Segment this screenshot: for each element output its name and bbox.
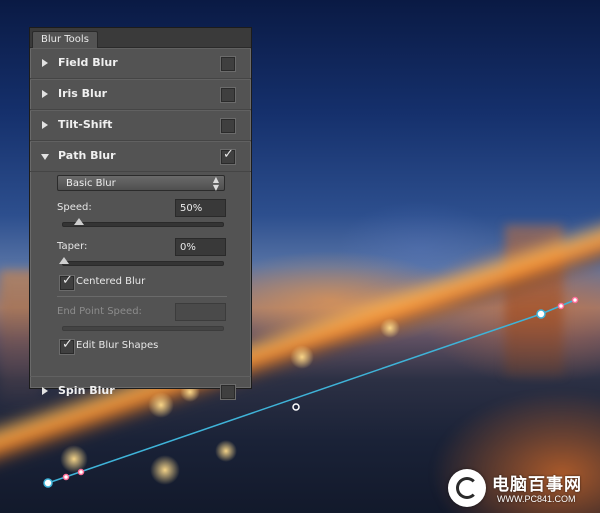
field-blur-checkbox[interactable]: [221, 57, 235, 71]
speed-slider[interactable]: [62, 218, 224, 227]
taper-slider[interactable]: [59, 257, 224, 266]
dropdown-arrows-icon: ▲ ▼: [212, 175, 219, 192]
centered-blur-checkbox[interactable]: ✓: [60, 273, 74, 290]
section-title: Iris Blur: [58, 87, 108, 100]
path-end-handle[interactable]: [536, 309, 546, 319]
checkmark-icon: ✓: [62, 337, 73, 352]
tab-blur-tools[interactable]: Blur Tools: [32, 31, 98, 48]
section-title: Field Blur: [58, 56, 118, 69]
blur-tools-panel: Blur Tools Field Blur Iris Blur Tilt-Shi…: [29, 27, 252, 399]
taper-slider-thumb[interactable]: [59, 257, 69, 264]
speed-input[interactable]: 50%: [175, 199, 226, 217]
endpoint-speed-marker[interactable]: [571, 296, 579, 304]
blur-mode-value: Basic Blur: [66, 178, 116, 189]
spin-blur-checkbox[interactable]: [221, 385, 235, 399]
iris-blur-checkbox[interactable]: [221, 88, 235, 102]
end-point-speed-label: End Point Speed:: [57, 306, 142, 317]
options-divider: [57, 296, 227, 297]
edit-blur-shapes-label: Edit Blur Shapes: [76, 340, 159, 351]
edit-blur-shapes-checkbox[interactable]: ✓: [60, 337, 74, 354]
section-title: Tilt-Shift: [58, 118, 113, 131]
panel-tab-bar: Blur Tools: [30, 28, 251, 48]
watermark-url: WWW.PC841.COM: [497, 494, 576, 504]
watermark: 电脑百事网 WWW.PC841.COM: [448, 466, 600, 513]
path-curve-handle[interactable]: [292, 403, 300, 411]
section-title: Path Blur: [58, 149, 116, 162]
centered-blur-label: Centered Blur: [76, 276, 146, 287]
collapse-triangle-icon[interactable]: [42, 59, 48, 67]
checkmark-icon: ✓: [223, 147, 234, 162]
section-spin-blur[interactable]: Spin Blur: [30, 376, 251, 406]
path-blur-checkbox[interactable]: ✓: [221, 147, 235, 164]
speed-label: Speed:: [57, 202, 92, 213]
section-path-blur[interactable]: Path Blur ✓: [30, 141, 251, 172]
path-start-handle[interactable]: [43, 478, 53, 488]
end-point-speed-slider: [62, 326, 224, 331]
endpoint-speed-marker[interactable]: [62, 473, 70, 481]
speed-slider-thumb[interactable]: [74, 218, 84, 225]
blur-mode-dropdown[interactable]: Basic Blur ▲ ▼: [57, 175, 225, 192]
collapse-triangle-icon[interactable]: [42, 387, 48, 395]
section-field-blur[interactable]: Field Blur: [30, 48, 251, 79]
endpoint-speed-marker[interactable]: [557, 302, 565, 310]
endpoint-speed-marker[interactable]: [77, 468, 85, 476]
end-point-speed-input: [175, 303, 226, 321]
collapse-triangle-icon[interactable]: [42, 121, 48, 129]
collapse-triangle-icon[interactable]: [42, 90, 48, 98]
path-blur-options: Basic Blur ▲ ▼ Speed: 50% Taper: 0% ✓ Cen…: [30, 172, 251, 376]
taper-label: Taper:: [57, 241, 88, 252]
taper-input[interactable]: 0%: [175, 238, 226, 256]
checkmark-icon: ✓: [62, 273, 73, 288]
brand-logo: [448, 469, 486, 507]
expand-triangle-icon[interactable]: [41, 154, 49, 160]
section-title: Spin Blur: [58, 384, 115, 397]
tilt-shift-checkbox[interactable]: [221, 119, 235, 133]
section-iris-blur[interactable]: Iris Blur: [30, 79, 251, 110]
watermark-brand: 电脑百事网: [492, 475, 582, 495]
section-tilt-shift[interactable]: Tilt-Shift: [30, 110, 251, 141]
